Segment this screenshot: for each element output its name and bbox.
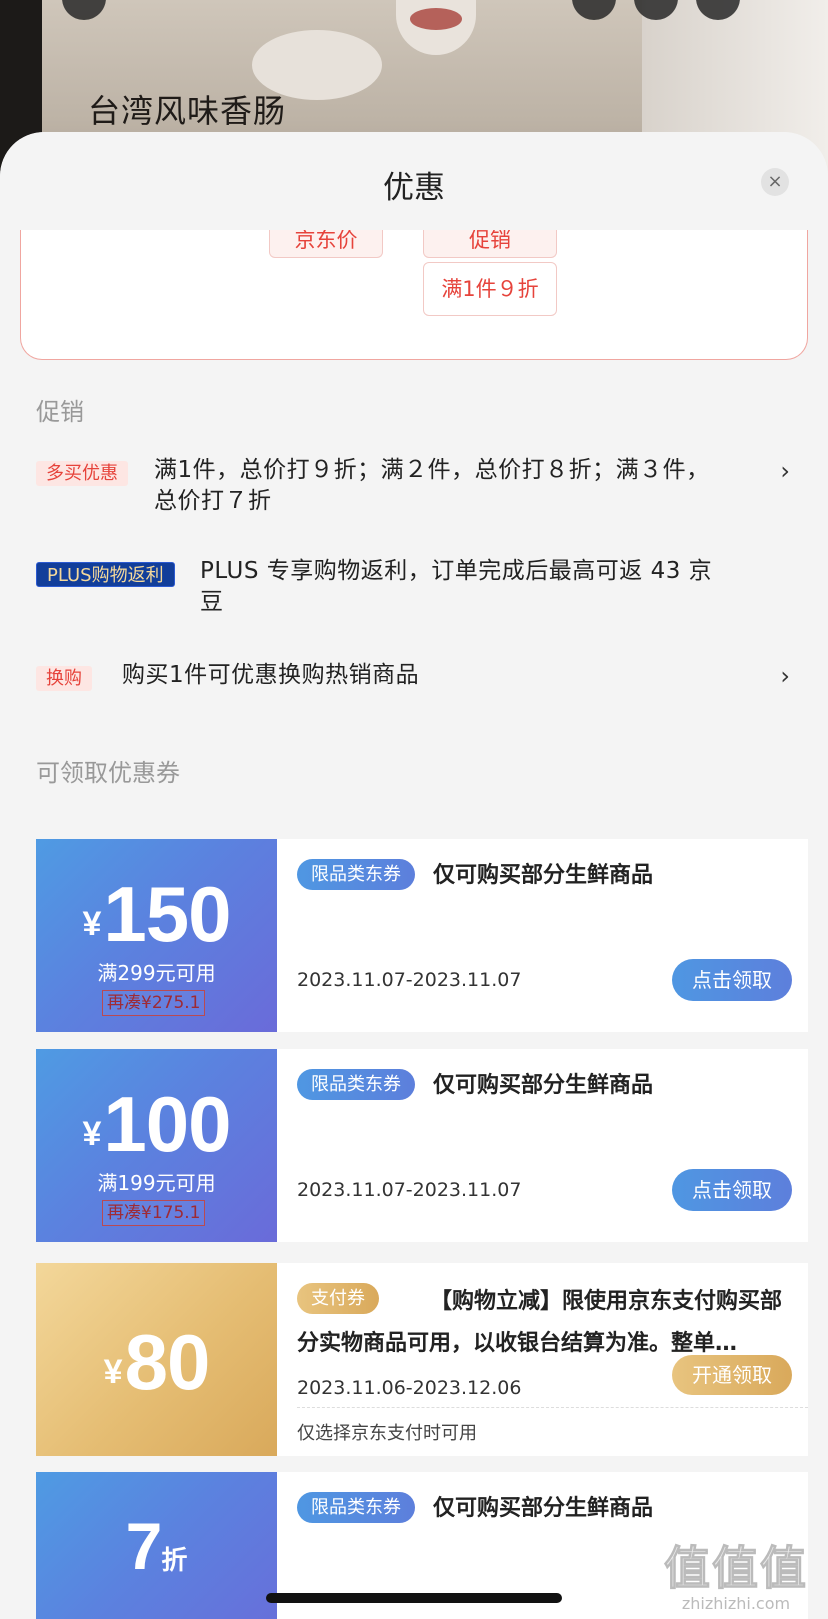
coupon-amount-panel: ¥80 [36,1263,277,1456]
close-icon[interactable]: × [761,168,789,196]
watermark-logo: 值值值 [664,1541,808,1596]
coupon-card: ¥100 满199元可用 再凑¥175.1 限品类东券 仅可购买部分生鲜商品 2… [36,1049,808,1242]
promo-text-line: PLUS 专享购物返利，订单完成后最高可返 43 京 [200,558,713,584]
claim-coupon-button[interactable]: 点击领取 [672,1169,792,1211]
sauce-bowl-image [396,0,476,55]
coupon-amount: ¥100 [36,1079,277,1170]
coupon-validity-date: 2023.11.07-2023.11.07 [297,969,522,991]
promo-text: 满1件，总价打９折；满２件，总价打８折；满３件， 总价打７折 [154,455,754,517]
yen-symbol: ¥ [82,905,102,943]
coupons-section-label: 可领取优惠券 [36,759,180,787]
promo-item-multi-buy[interactable]: 多买优惠 满1件，总价打９折；满２件，总价打８折；满３件， 总价打７折 › [36,457,796,523]
coupon-category-badge: 限品类东券 [297,1069,415,1100]
promo-badge: 多买优惠 [36,461,128,486]
coupon-amount: 7折 [36,1508,277,1584]
coupon-validity-date: 2023.11.06-2023.12.06 [297,1377,522,1399]
promo-text-line: 总价打７折 [154,488,272,514]
coupon-description: 仅可购买部分生鲜商品 [433,1073,654,1098]
promotions-section-label: 促销 [36,398,84,426]
coupon-gap-amount: 再凑¥275.1 [102,990,206,1016]
coupon-card: ¥150 满299元可用 再凑¥275.1 限品类东券 仅可购买部分生鲜商品 2… [36,839,808,1032]
coupon-amount: ¥80 [36,1317,277,1408]
coupon-validity-date: 2023.11.07-2023.11.07 [297,1179,522,1201]
coupon-amount-value: 80 [124,1318,211,1406]
promo-text-line: 满1件，总价打９折；满２件，总价打８折；满３件， [154,457,710,483]
coupon-category-badge: 限品类东券 [297,859,415,890]
promo-text-line: 豆 [200,589,224,615]
coupon-amount-panel: ¥100 满199元可用 再凑¥175.1 [36,1049,277,1242]
coupon-amount-panel: 7折 [36,1472,277,1619]
promo-text: PLUS 专享购物返利，订单完成后最高可返 43 京 豆 [200,556,780,618]
coupon-description: 仅可购买部分生鲜商品 [433,1496,654,1521]
activate-claim-button[interactable]: 开通领取 [672,1355,792,1395]
coupon-payment-note: 仅选择京东支付时可用 [297,1423,477,1444]
coupon-condition: 满299元可用 [97,961,216,985]
coupon-gap-amount: 再凑¥175.1 [102,1200,206,1226]
discount-unit: 折 [161,1545,188,1575]
discount-sheet: 优惠 × 京东价 促销 满1件９折 促销 多买优惠 满1件，总价打９折；满２件，… [0,132,828,1619]
promo-badge: PLUS购物返利 [36,562,175,587]
promo-item-plus-rebate: PLUS购物返利 PLUS 专享购物返利，订单完成后最高可返 43 京 豆 [36,558,796,626]
promo-text: 购买1件可优惠换购热销商品 [122,662,420,688]
chevron-right-icon: › [780,662,790,690]
coupon-category-badge: 限品类东券 [297,1492,415,1523]
promo-item-exchange[interactable]: 换购 购买1件可优惠换购热销商品 › [36,662,796,704]
coupon-amount-value: 150 [103,870,231,958]
watermark-url: zhizhizhi.com [681,1594,791,1613]
watermark: 值值值 zhizhizhi.com [664,1532,808,1614]
promo-price-value: 满1件９折 [423,262,557,316]
claim-coupon-button[interactable]: 点击领取 [672,959,792,1001]
chevron-right-icon: › [780,457,790,485]
coupon-card: ¥80 支付券 【购物立减】限使用京东支付购买部分实物商品可用，以收银台结算为准… [36,1263,808,1456]
product-title: 台湾风味香肠 [88,92,287,130]
home-indicator[interactable] [266,1593,562,1603]
coupon-description: 仅可购买部分生鲜商品 [433,863,654,888]
coupon-amount-panel: ¥150 满299元可用 再凑¥275.1 [36,839,277,1032]
divider [297,1407,808,1408]
coupon-condition: 满199元可用 [97,1171,216,1195]
coupon-amount-value: 7 [125,1509,163,1583]
yen-symbol: ¥ [103,1353,123,1391]
sheet-header: 优惠 × [0,132,828,230]
coupon-amount: ¥150 [36,869,277,960]
yen-symbol: ¥ [82,1115,102,1153]
sheet-title: 优惠 [383,170,445,206]
coupon-description: 【购物立减】限使用京东支付购买部分实物商品可用，以收银台结算为准。整单… [297,1289,783,1356]
coupon-amount-value: 100 [103,1080,231,1168]
promo-badge: 换购 [36,666,92,691]
